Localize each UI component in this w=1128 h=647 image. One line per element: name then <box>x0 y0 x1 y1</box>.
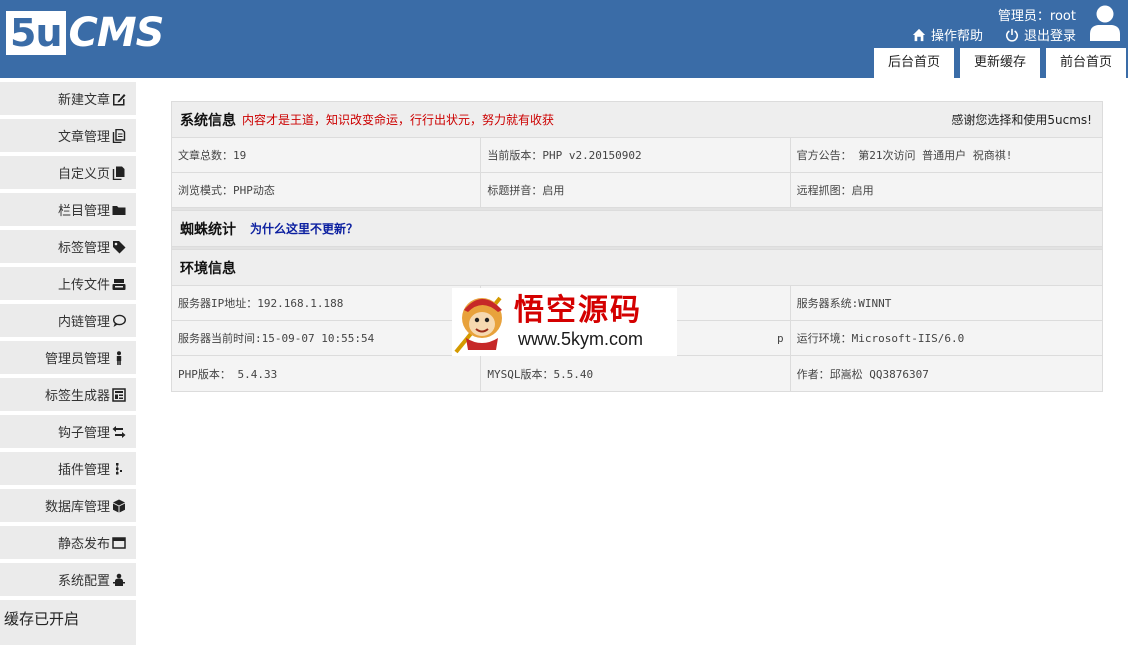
sidebar: 新建文章 文章管理 自定义页 栏目管理 标签管理 上传文件 内链管理 管理员管理… <box>0 82 136 645</box>
sidebar-item-label: 内链管理 <box>57 315 110 330</box>
top-links: 操作帮助 退出登录 <box>912 25 1076 44</box>
table-cell: 官方公告： 第21次访问 普通用户 祝商祺! <box>790 138 1102 172</box>
spider-stats-title: 蜘蛛统计 <box>180 221 236 238</box>
admin-label: 管理员：root <box>997 9 1076 24</box>
sidebar-item-label: 自定义页 <box>57 167 110 182</box>
tag-icon <box>113 240 126 253</box>
thanks-text: 感谢您选择和使用5ucms! <box>951 113 1092 127</box>
help-link-label: 操作帮助 <box>930 29 983 44</box>
database-icon <box>113 499 125 512</box>
help-link[interactable]: 操作帮助 <box>912 25 983 44</box>
logo-text: CMS <box>68 10 165 56</box>
table-row: PHP版本： 5.4.33 MYSQL版本：5.5.40 作者：邱嵩松 QQ38… <box>172 356 1102 391</box>
sidebar-item-column-manage[interactable]: 栏目管理 <box>0 193 136 226</box>
sidebar-item-label: 标签管理 <box>57 241 110 256</box>
table-cell: 文章总数：19 <box>172 138 482 172</box>
avatar-icon[interactable] <box>1089 4 1121 42</box>
environment-header: 环境信息 <box>172 250 1102 286</box>
sidebar-item-hook-manage[interactable]: 钩子管理 <box>0 415 136 448</box>
table-cell: MYSQL版本：5.5.40 <box>481 356 791 391</box>
why-not-updated-link[interactable]: 为什么这里不更新？ <box>250 220 358 237</box>
user-icon <box>116 350 122 365</box>
sidebar-item-label: 管理员管理 <box>44 352 110 367</box>
sidebar-item-database-manage[interactable]: 数据库管理 <box>0 489 136 522</box>
table-cell: 服务器当前时间:15-09-07 10:55:54 <box>172 321 482 355</box>
table-cell: 当前版本：PHP v2.20150902 <box>481 138 791 172</box>
plugin-icon <box>116 462 122 474</box>
layout-icon <box>112 387 126 402</box>
table-row: 浏览模式：PHP动态 标题拼音：启用 远程抓图：启用 <box>172 173 1102 208</box>
sidebar-item-label: 系统配置 <box>57 574 110 589</box>
sidebar-item-plugin-manage[interactable]: 插件管理 <box>0 452 136 485</box>
pages-icon <box>112 166 125 180</box>
table-row: 文章总数：19 当前版本：PHP v2.20150902 官方公告： 第21次访… <box>172 138 1102 173</box>
logo-box: 5u <box>6 11 66 55</box>
settings-icon <box>113 573 125 586</box>
table-cell: 作者：邱嵩松 QQ3876307 <box>790 356 1102 391</box>
logout-link[interactable]: 退出登录 <box>1005 25 1076 44</box>
table-cell: 标题拼音：启用 <box>481 173 791 207</box>
comment-icon <box>113 314 126 327</box>
power-icon <box>1005 28 1019 42</box>
watermark-title: 悟空源码 <box>514 293 642 328</box>
sidebar-item-label: 静态发布 <box>57 537 110 552</box>
table-cell: PHP版本： 5.4.33 <box>172 356 482 391</box>
sidebar-item-label: 上传文件 <box>57 278 110 293</box>
sidebar-item-tag-manage[interactable]: 标签管理 <box>0 230 136 263</box>
sidebar-item-admin-manage[interactable]: 管理员管理 <box>0 341 136 374</box>
sidebar-item-label: 新建文章 <box>57 93 110 108</box>
table-cell: 浏览模式：PHP动态 <box>172 173 482 207</box>
table-cell: 服务器系统:WINNT <box>790 286 1102 320</box>
sidebar-item-label: 文章管理 <box>57 130 110 145</box>
sidebar-item-label: 栏目管理 <box>57 204 110 219</box>
tab-admin-home[interactable]: 后台首页 <box>873 48 954 78</box>
watermark-url: www.5kym.com <box>518 329 644 349</box>
sidebar-item-new-article[interactable]: 新建文章 <box>0 82 136 115</box>
edit-icon <box>113 93 126 105</box>
table-cell: 运行环境：Microsoft-IIS/6.0 <box>790 321 1102 355</box>
system-info-title: 系统信息 <box>180 112 236 129</box>
cache-status: 缓存已开启 <box>0 600 136 645</box>
motto-text: 内容才是王道，知识改变命运，行行出状元，努力就有收获 <box>242 113 555 127</box>
logo[interactable]: 5u CMS <box>6 10 165 56</box>
home-icon <box>912 28 926 41</box>
tab-update-cache[interactable]: 更新缓存 <box>959 48 1040 78</box>
sidebar-item-upload-file[interactable]: 上传文件 <box>0 267 136 300</box>
sidebar-item-label: 插件管理 <box>57 463 110 478</box>
window-icon <box>112 536 126 549</box>
exchange-icon <box>112 425 126 438</box>
spider-stats-header: 蜘蛛统计 为什么这里不更新？ <box>172 211 1102 247</box>
sidebar-item-label: 标签生成器 <box>44 389 110 404</box>
sidebar-item-label: 数据库管理 <box>44 500 110 515</box>
system-info-header: 系统信息 内容才是王道，知识改变命运，行行出状元，努力就有收获 感谢您选择和使用… <box>172 102 1102 138</box>
table-cell: 服务器IP地址：192.168.1.188 <box>172 286 482 320</box>
header-tabs: 后台首页 更新缓存 前台首页 <box>873 48 1126 78</box>
sidebar-item-label: 钩子管理 <box>57 426 110 441</box>
documents-icon <box>112 128 126 143</box>
sidebar-item-custom-page[interactable]: 自定义页 <box>0 156 136 189</box>
logout-link-label: 退出登录 <box>1023 29 1076 44</box>
sidebar-item-static-publish[interactable]: 静态发布 <box>0 526 136 559</box>
upload-icon <box>112 278 126 290</box>
sidebar-item-tag-generator[interactable]: 标签生成器 <box>0 378 136 411</box>
monkey-logo-icon <box>454 296 502 354</box>
sidebar-item-article-manage[interactable]: 文章管理 <box>0 119 136 152</box>
sidebar-item-system-config[interactable]: 系统配置 <box>0 563 136 596</box>
tab-frontend-home[interactable]: 前台首页 <box>1045 48 1126 78</box>
watermark: 悟空源码 www.5kym.com <box>452 288 677 356</box>
sidebar-item-inner-link[interactable]: 内链管理 <box>0 304 136 337</box>
folder-icon <box>112 205 126 215</box>
table-cell: 远程抓图：启用 <box>790 173 1102 207</box>
environment-title: 环境信息 <box>180 260 236 277</box>
header: 5u CMS 管理员：root 操作帮助 退出登录 后台首页 更新缓存 前台首页 <box>0 0 1128 78</box>
